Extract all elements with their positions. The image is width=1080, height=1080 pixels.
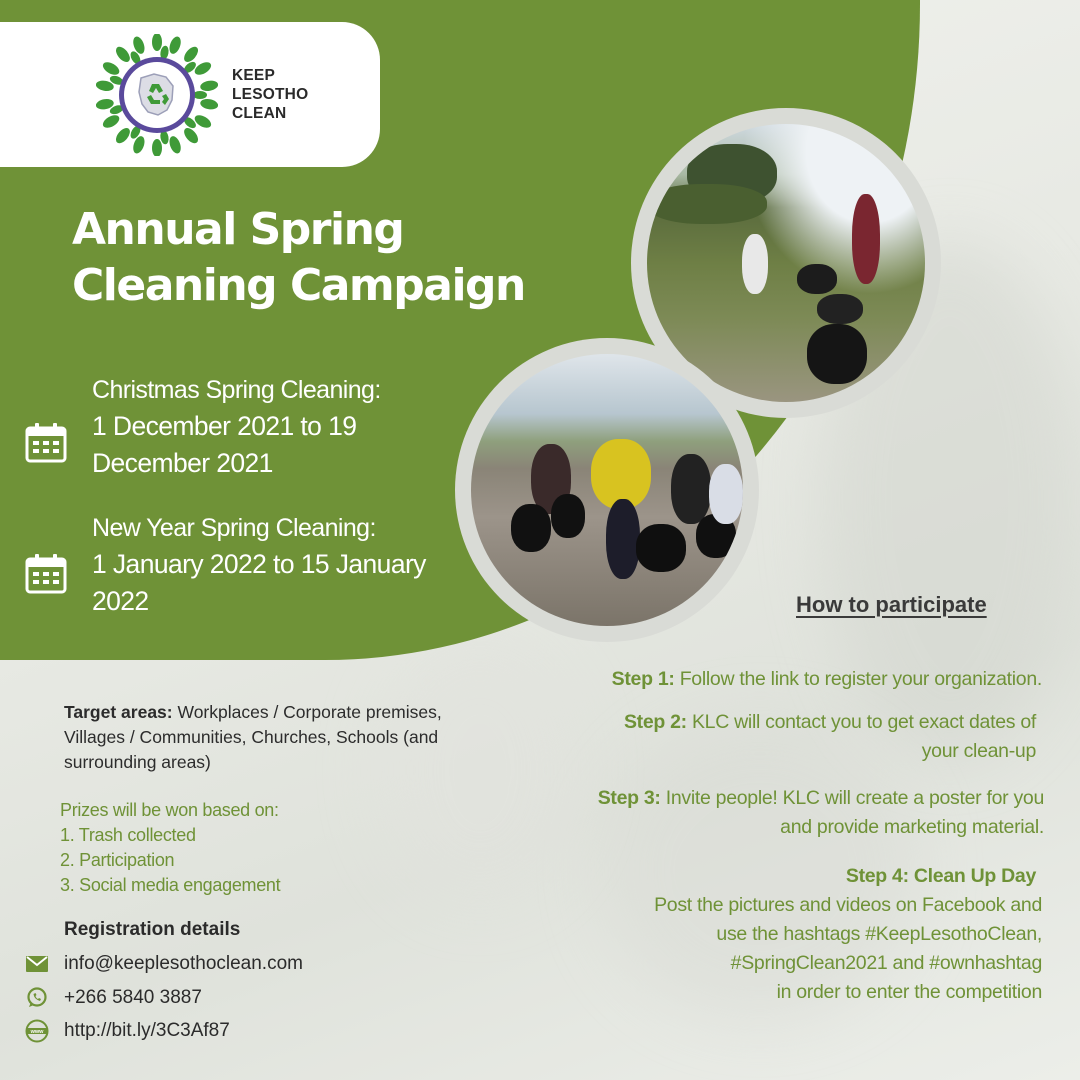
title-line: Cleaning Campaign — [72, 260, 526, 311]
registration-link[interactable]: http://bit.ly/3C3Af87 — [64, 1020, 230, 1042]
step-label: Step 1: — [611, 668, 675, 690]
step-text: and provide marketing material. — [780, 816, 1044, 838]
step-text: #SpringClean2021 and #ownhashtag — [730, 952, 1043, 974]
step-text: your clean-up — [921, 740, 1037, 762]
contact-website[interactable]: www http://bit.ly/3C3Af87 — [24, 1018, 230, 1044]
how-to-participate-heading: How to participate — [796, 592, 987, 617]
prize-item: 2. Participation — [60, 850, 175, 870]
logo-wordmark: KEEP LESOTHO CLEAN — [232, 66, 308, 123]
email-address[interactable]: info@keeplesothoclean.com — [64, 953, 303, 975]
step-label: Step 2: — [623, 711, 687, 733]
logo-line: LESOTHO — [232, 86, 309, 103]
cleanup-photo-roadside — [647, 124, 925, 402]
target-label: Target areas: — [64, 702, 173, 722]
step-text: Follow the link to register your organiz… — [674, 668, 1043, 690]
prize-item: 1. Trash collected — [60, 825, 196, 845]
event-dates: December 2021 — [92, 448, 273, 478]
svg-text:www: www — [30, 1029, 45, 1035]
step-4: Step 4: Clean Up Day Post the pictures a… — [522, 862, 1042, 1007]
photo-frame — [455, 338, 759, 642]
step-text: Invite people! KLC will create a poster … — [660, 787, 1045, 809]
logo-line: CLEAN — [232, 105, 287, 122]
step-3: Step 3: Invite people! KLC will create a… — [464, 784, 1045, 842]
prizes-heading: Prizes will be won based on: — [60, 800, 279, 820]
event-label: New Year Spring Cleaning: — [92, 514, 376, 542]
title-line: Annual Spring — [72, 204, 405, 255]
mail-icon — [24, 951, 50, 977]
logo-line: KEEP — [232, 67, 276, 84]
phone-number[interactable]: +266 5840 3887 — [64, 987, 202, 1009]
event-dates: 2022 — [92, 586, 149, 616]
contact-phone[interactable]: +266 5840 3887 — [24, 985, 202, 1011]
step-label: Step 4: Clean Up Day — [845, 865, 1036, 887]
prize-item: 3. Social media engagement — [60, 875, 281, 895]
cleanup-photo-group — [471, 354, 743, 626]
christmas-event: Christmas Spring Cleaning: 1 December 20… — [92, 372, 492, 482]
whatsapp-icon — [24, 985, 50, 1011]
step-text: use the hashtags #KeepLesothoClean, — [716, 923, 1042, 945]
web-icon: www — [24, 1018, 50, 1044]
event-dates: 1 December 2021 to 19 — [92, 411, 357, 441]
step-label: Step 3: — [597, 787, 661, 809]
event-label: Christmas Spring Cleaning: — [92, 376, 381, 404]
logo-emblem — [95, 32, 219, 157]
logo-card: KEEP LESOTHO CLEAN — [0, 22, 380, 167]
step-1: Step 1: Follow the link to register your… — [482, 665, 1043, 694]
registration-title: Registration details — [64, 919, 241, 940]
step-text: in order to enter the competition — [776, 981, 1043, 1003]
step-text: Post the pictures and videos on Facebook… — [654, 894, 1042, 916]
campaign-title: Annual Spring Cleaning Campaign — [72, 202, 632, 314]
contact-email[interactable]: info@keeplesothoclean.com — [24, 951, 303, 977]
event-dates: 1 January 2022 to 15 January — [92, 549, 426, 579]
new-year-event: New Year Spring Cleaning: 1 January 2022… — [92, 510, 492, 620]
target-areas: Target areas: Workplaces / Corporate pre… — [64, 700, 474, 775]
step-text: KLC will contact you to get exact dates … — [686, 711, 1036, 733]
calendar-icon — [25, 554, 67, 594]
prizes-section: Prizes will be won based on: 1. Trash co… — [60, 798, 440, 898]
step-2: Step 2: KLC will contact you to get exac… — [476, 708, 1036, 766]
calendar-icon — [25, 423, 67, 463]
